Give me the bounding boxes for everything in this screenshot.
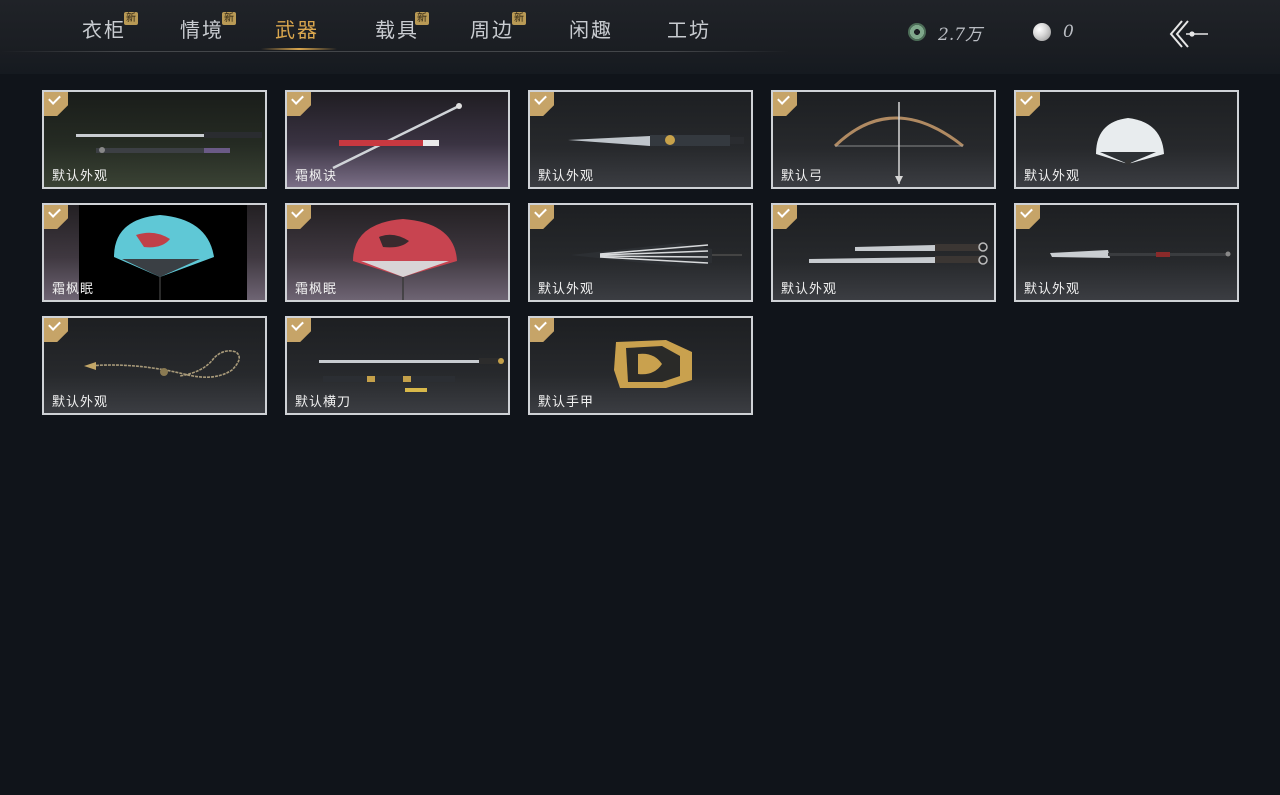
- weapon-card[interactable]: 默认手甲: [528, 316, 753, 415]
- item-name: 默认外观: [1024, 282, 1081, 297]
- category-tabs: 衣柜 新 情境 新 武器 载具 新 周边 新 闲趣 工坊: [60, 0, 790, 52]
- new-badge: 新: [415, 12, 429, 25]
- item-name: 默认弓: [781, 169, 824, 184]
- new-badge: 新: [222, 12, 236, 25]
- back-arrow-icon: [1169, 20, 1208, 48]
- tab-label: 衣柜: [82, 18, 126, 42]
- tabs-divider: [0, 51, 790, 52]
- weapon-card[interactable]: 默认外观: [1014, 90, 1239, 189]
- item-name: 默认外观: [781, 282, 838, 297]
- coin-amount: 2.7万: [938, 24, 983, 45]
- new-badge: 新: [124, 12, 138, 25]
- item-name: 霜枫诀: [295, 169, 338, 184]
- weapon-card[interactable]: 默认横刀: [285, 316, 510, 415]
- pearl-balance: 0: [1033, 20, 1074, 44]
- weapon-card[interactable]: 霜枫眠: [42, 203, 267, 302]
- weapon-card[interactable]: 默认外观: [42, 316, 267, 415]
- new-badge: 新: [512, 12, 526, 25]
- tab-label: 周边: [470, 18, 514, 42]
- item-name: 默认外观: [538, 169, 595, 184]
- active-tab-underline: [261, 48, 337, 50]
- top-bar: 衣柜 新 情境 新 武器 载具 新 周边 新 闲趣 工坊 2.7万 0: [0, 0, 1280, 74]
- tab-workshop[interactable]: 工坊: [667, 14, 711, 48]
- pearl-amount: 0: [1063, 22, 1074, 42]
- weapon-card[interactable]: 默认外观: [1014, 203, 1239, 302]
- weapon-card[interactable]: 默认弓: [771, 90, 996, 189]
- tab-label: 武器: [275, 18, 319, 42]
- tab-leisure[interactable]: 闲趣: [569, 14, 613, 48]
- tab-label: 工坊: [667, 18, 711, 42]
- item-name: 默认横刀: [295, 395, 352, 410]
- tab-merch[interactable]: 周边 新: [470, 12, 526, 48]
- tab-weapons[interactable]: 武器: [261, 14, 337, 50]
- weapon-card[interactable]: 默认外观: [528, 203, 753, 302]
- copper-coin-icon: [908, 23, 926, 41]
- item-name: 默认外观: [538, 282, 595, 297]
- weapon-card[interactable]: 默认外观: [528, 90, 753, 189]
- item-name: 默认外观: [1024, 169, 1081, 184]
- weapon-card[interactable]: 霜枫眠: [285, 203, 510, 302]
- back-button[interactable]: [1166, 16, 1210, 52]
- tab-mounts[interactable]: 载具 新: [375, 12, 429, 48]
- item-name: 默认外观: [52, 169, 109, 184]
- item-name: 霜枫眠: [52, 282, 95, 297]
- weapon-card[interactable]: 霜枫诀: [285, 90, 510, 189]
- tab-label: 闲趣: [569, 18, 613, 42]
- weapon-card[interactable]: 默认外观: [771, 203, 996, 302]
- tab-wardrobe[interactable]: 衣柜 新: [82, 12, 138, 48]
- pearl-icon: [1033, 23, 1051, 41]
- tab-scene[interactable]: 情境 新: [180, 12, 236, 48]
- item-name: 默认手甲: [538, 395, 595, 410]
- tab-label: 情境: [180, 18, 224, 42]
- weapon-card[interactable]: 默认外观: [42, 90, 267, 189]
- item-name: 霜枫眠: [295, 282, 338, 297]
- tab-label: 载具: [375, 18, 419, 42]
- item-name: 默认外观: [52, 395, 109, 410]
- coin-balance: 2.7万: [908, 20, 983, 45]
